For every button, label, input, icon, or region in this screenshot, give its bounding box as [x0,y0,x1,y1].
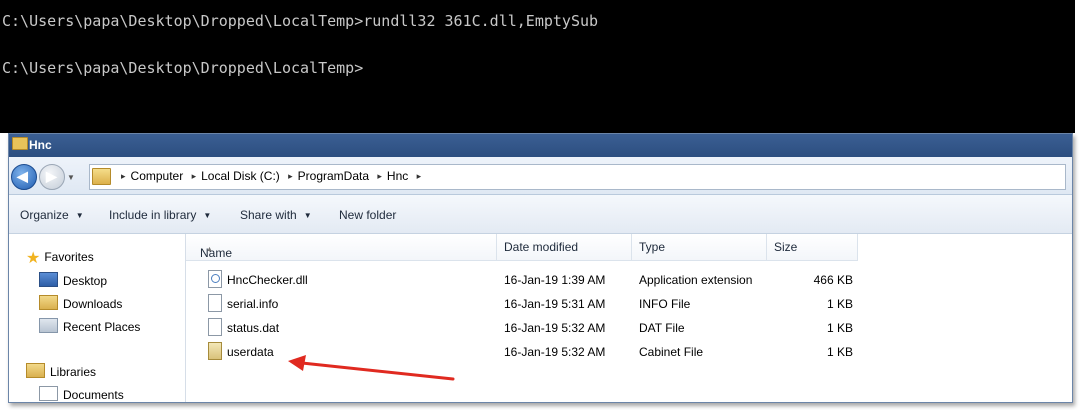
nav-desktop-label: Desktop [63,274,108,288]
forward-button[interactable]: ▶ [39,164,65,190]
nav-desktop[interactable]: Desktop [39,272,107,288]
documents-icon [39,386,58,401]
title-bar[interactable]: Hnc [9,134,1072,157]
console-prompt[interactable]: C:\Users\papa\Desktop\Dropped\LocalTemp> [2,59,363,77]
new-folder-label: New folder [339,208,397,222]
file-icon [208,318,222,336]
nav-recent-places[interactable]: Recent Places [39,318,140,334]
nav-libraries-label: Libraries [50,365,97,379]
file-icon [208,294,222,312]
column-header-type[interactable]: Type [632,234,767,261]
file-name: status.dat [227,321,280,335]
address-bar-area: ◀ ▶ ▼ ▸ Computer ▸ Local Disk (C:) ▸ Progra… [9,157,1072,195]
address-field[interactable]: ▸ Computer ▸ Local Disk (C:) ▸ ProgramData … [89,164,1066,190]
file-size: 1 KB [826,321,853,335]
table-row[interactable]: status.dat 16-Jan-19 5:32 AM DAT File 1 … [186,316,1072,340]
recent-places-icon [39,318,58,333]
file-size: 1 KB [826,345,853,359]
forward-arrow-icon: ▶ [46,168,57,184]
chevron-right-icon[interactable]: ▸ [288,171,293,181]
navigation-pane: ★ Favorites Desktop Downloads Recent Plac… [9,234,186,402]
nav-favorites-label: Favorites [44,250,94,264]
file-size: 466 KB [813,273,853,287]
libraries-icon [26,363,45,378]
chevron-right-icon[interactable]: ▸ [377,171,382,181]
column-header-size[interactable]: Size [767,234,858,261]
chevron-down-icon: ▼ [203,211,212,220]
folder-icon [92,168,111,185]
cabinet-file-icon [208,342,222,360]
file-date: 16-Jan-19 5:32 AM [504,321,606,335]
column-date-label: Date modified [504,240,579,254]
chevron-right-icon[interactable]: ▸ [417,171,422,181]
star-icon: ★ [26,250,41,267]
file-date: 16-Jan-19 5:32 AM [504,345,606,359]
console-line: C:\Users\papa\Desktop\Dropped\LocalTemp>… [2,12,599,30]
file-name: HncChecker.dll [227,273,308,287]
organize-label: Organize [20,208,69,222]
organize-menu[interactable]: Organize ▼ [20,208,84,222]
file-date: 16-Jan-19 5:31 AM [504,297,606,311]
dll-file-icon [208,270,222,288]
downloads-folder-icon [39,295,58,310]
file-name: userdata [227,345,274,359]
sort-ascending-icon: ▲ [206,246,213,253]
folder-icon [12,137,28,150]
breadcrumb-computer[interactable]: Computer [131,169,184,183]
command-bar: Organize ▼ Include in library ▼ Share with… [9,195,1072,234]
nav-recent-places-label: Recent Places [63,320,141,334]
file-name: serial.info [227,297,279,311]
include-in-library-menu[interactable]: Include in library ▼ [109,208,211,222]
column-size-label: Size [774,240,798,254]
nav-downloads[interactable]: Downloads [39,295,122,311]
column-name-label: Name [200,246,233,260]
file-type: Application extension [639,273,753,287]
breadcrumb-local-disk[interactable]: Local Disk (C:) [201,169,280,183]
new-folder-button[interactable]: New folder [339,208,396,222]
table-row[interactable]: HncChecker.dll 16-Jan-19 1:39 AM Applica… [186,268,1072,292]
chevron-down-icon: ▼ [303,211,312,220]
breadcrumb-hnc[interactable]: Hnc [387,169,408,183]
command-prompt-window: C:\Users\papa\Desktop\Dropped\LocalTemp>… [0,0,1075,133]
nav-libraries[interactable]: Libraries [26,363,96,379]
file-type: DAT File [639,321,685,335]
nav-downloads-label: Downloads [63,297,123,311]
breadcrumb: ▸ Computer ▸ Local Disk (C:) ▸ ProgramData … [116,169,426,183]
column-header-date-modified[interactable]: Date modified [497,234,632,261]
desktop-icon [39,272,58,287]
nav-favorites[interactable]: ★ Favorites [26,248,94,268]
file-type: INFO File [639,297,691,311]
share-with-menu[interactable]: Share with ▼ [240,208,312,222]
share-with-label: Share with [240,208,297,222]
nav-documents-label: Documents [63,388,124,402]
file-date: 16-Jan-19 1:39 AM [504,273,606,287]
column-header-name[interactable]: Name ▲ [186,234,497,261]
window-title: Hnc [29,138,52,152]
column-type-label: Type [639,240,666,254]
table-row[interactable]: userdata 16-Jan-19 5:32 AM Cabinet File … [186,340,1072,364]
explorer-window: Hnc ◀ ▶ ▼ ▸ Computer ▸ Local Disk (C:) ▸ Pr… [8,133,1073,403]
chevron-right-icon[interactable]: ▸ [192,171,197,181]
chevron-down-icon: ▼ [75,211,84,220]
back-arrow-icon: ◀ [17,168,28,184]
nav-documents[interactable]: Documents [39,386,124,402]
breadcrumb-programdata[interactable]: ProgramData [298,169,369,183]
chevron-right-icon[interactable]: ▸ [121,171,126,181]
file-size: 1 KB [826,297,853,311]
file-type: Cabinet File [639,345,704,359]
include-in-library-label: Include in library [109,208,197,222]
table-row[interactable]: serial.info 16-Jan-19 5:31 AM INFO File … [186,292,1072,316]
file-list: Name ▲ Date modified Type Size HncChecker… [186,234,1072,402]
recent-pages-dropdown[interactable]: ▼ [67,173,75,182]
back-button[interactable]: ◀ [11,164,37,190]
